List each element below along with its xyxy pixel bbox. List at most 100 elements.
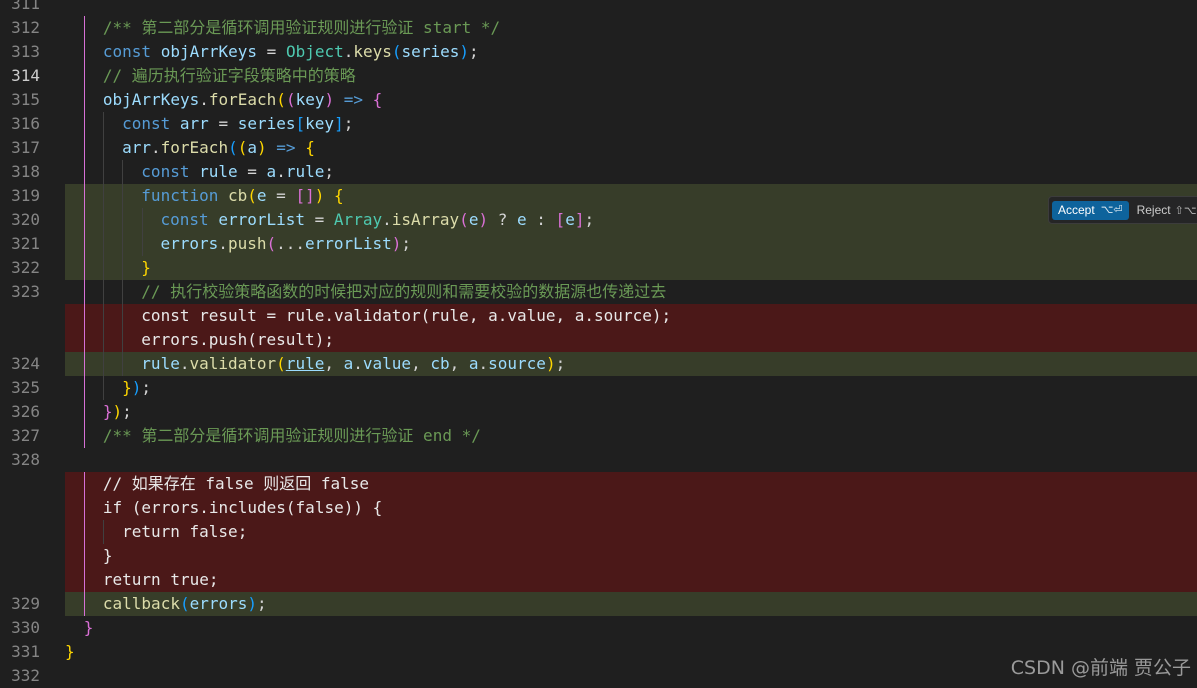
code-line-content[interactable]: return true;: [65, 568, 1197, 592]
code-token: [: [295, 114, 306, 133]
code-line-content[interactable]: });: [65, 376, 1197, 400]
code-line[interactable]: 323 // 执行校验策略函数的时候把对应的规则和需要校验的数据源也传递过去: [0, 280, 1197, 304]
code-token: e: [517, 210, 527, 229]
line-gutter[interactable]: 321: [0, 232, 64, 256]
line-gutter[interactable]: 326: [0, 400, 64, 424]
code-line[interactable]: 316 const arr = series[key];: [0, 112, 1197, 136]
code-line-content[interactable]: function cb(e = []) {: [65, 184, 1197, 208]
inserted-code-line[interactable]: 329 callback(errors);: [0, 592, 1197, 616]
code-token: return true;: [102, 570, 219, 589]
inserted-code-line[interactable]: 319 function cb(e = []) {: [0, 184, 1197, 208]
line-gutter[interactable]: 327: [0, 424, 64, 448]
code-line-content[interactable]: const rule = a.rule;: [65, 160, 1197, 184]
code-line-content[interactable]: }: [65, 544, 1197, 568]
reject-button[interactable]: Reject ⇧⌥: [1137, 203, 1197, 217]
code-line-content[interactable]: }: [65, 256, 1197, 280]
line-gutter[interactable]: 331: [0, 640, 64, 664]
code-line[interactable]: 326});: [0, 400, 1197, 424]
deleted-code-line[interactable]: if (errors.includes(false)) {: [0, 496, 1197, 520]
line-gutter[interactable]: 318: [0, 160, 64, 184]
code-token: [: [555, 210, 566, 229]
code-line-content[interactable]: rule.validator(rule, a.value, cb, a.sour…: [65, 352, 1197, 376]
code-line[interactable]: 311: [0, 0, 1197, 16]
code-line-content[interactable]: // 如果存在 false 则返回 false: [65, 472, 1197, 496]
deleted-code-line[interactable]: // 如果存在 false 则返回 false: [0, 472, 1197, 496]
code-token: cb: [430, 354, 450, 373]
line-gutter[interactable]: 320: [0, 208, 64, 232]
inline-diff-actions: Accept ⌥⏎ Reject ⇧⌥: [1048, 196, 1197, 224]
deleted-code-line[interactable]: return false;: [0, 520, 1197, 544]
line-gutter[interactable]: 328: [0, 448, 64, 472]
code-line[interactable]: 318 const rule = a.rule;: [0, 160, 1197, 184]
code-editor[interactable]: 311 312 /** 第二部分是循环调用验证规则进行验证 start */ 313 c…: [0, 0, 1197, 688]
code-line-content[interactable]: [65, 0, 1197, 16]
line-gutter[interactable]: 330: [0, 616, 64, 640]
code-line-content[interactable]: }: [65, 616, 1197, 640]
line-gutter[interactable]: 329: [0, 592, 64, 616]
code-line[interactable]: 327 /** 第二部分是循环调用验证规则进行验证 end */: [0, 424, 1197, 448]
code-line-content[interactable]: });: [65, 400, 1197, 424]
deleted-code-line[interactable]: return true;: [0, 568, 1197, 592]
line-gutter[interactable]: [0, 568, 64, 592]
line-gutter[interactable]: 311: [0, 0, 64, 16]
inserted-code-line[interactable]: 324 rule.validator(rule, a.value, cb, a.s…: [0, 352, 1197, 376]
accept-button[interactable]: Accept ⌥⏎: [1052, 200, 1129, 220]
code-line[interactable]: 328: [0, 448, 1197, 472]
line-gutter[interactable]: 315: [0, 88, 64, 112]
line-gutter[interactable]: 323: [0, 280, 64, 304]
code-line-content[interactable]: callback(errors);: [65, 592, 1197, 616]
line-gutter[interactable]: [0, 544, 64, 568]
line-gutter[interactable]: 317: [0, 136, 64, 160]
code-line-content[interactable]: objArrKeys.forEach((key) => {: [65, 88, 1197, 112]
line-number: 321: [11, 234, 40, 253]
line-gutter[interactable]: [0, 304, 64, 328]
line-gutter[interactable]: 325: [0, 376, 64, 400]
code-line-content[interactable]: // 执行校验策略函数的时候把对应的规则和需要校验的数据源也传递过去: [65, 280, 1197, 304]
code-line-content[interactable]: const result = rule.validator(rule, a.va…: [65, 304, 1197, 328]
indent-guide: [141, 232, 143, 256]
line-gutter[interactable]: [0, 328, 64, 352]
code-line-content[interactable]: const arr = series[key];: [65, 112, 1197, 136]
line-number: 332: [11, 666, 40, 685]
code-line-content[interactable]: // 遍历执行验证字段策略中的策略: [65, 64, 1197, 88]
code-line-content[interactable]: arr.forEach((a) => {: [65, 136, 1197, 160]
line-gutter[interactable]: [0, 496, 64, 520]
deleted-code-line[interactable]: }: [0, 544, 1197, 568]
line-gutter[interactable]: 324: [0, 352, 64, 376]
line-gutter[interactable]: 316: [0, 112, 64, 136]
inserted-code-line[interactable]: 322}: [0, 256, 1197, 280]
code-line-content[interactable]: errors.push(result);: [65, 328, 1197, 352]
code-line-content[interactable]: const errorList = Array.isArray(e) ? e :…: [65, 208, 1197, 232]
deleted-code-line[interactable]: errors.push(result);: [0, 328, 1197, 352]
line-gutter[interactable]: [0, 472, 64, 496]
code-line-content[interactable]: return false;: [65, 520, 1197, 544]
indent-guide: [84, 232, 85, 256]
code-line-content[interactable]: [65, 448, 1197, 472]
code-line[interactable]: 315 objArrKeys.forEach((key) => {: [0, 88, 1197, 112]
line-gutter[interactable]: 314: [0, 64, 64, 88]
code-line-content[interactable]: /** 第二部分是循环调用验证规则进行验证 end */: [65, 424, 1197, 448]
code-line-content[interactable]: /** 第二部分是循环调用验证规则进行验证 start */: [65, 16, 1197, 40]
code-line[interactable]: 330}: [0, 616, 1197, 640]
line-gutter[interactable]: 332: [0, 664, 64, 688]
line-gutter[interactable]: 322: [0, 256, 64, 280]
code-token: arr: [122, 138, 151, 157]
code-token: // 如果存在 false 则返回 false: [102, 474, 370, 493]
inserted-code-line[interactable]: 321 errors.push(...errorList);: [0, 232, 1197, 256]
code-line[interactable]: 317 arr.forEach((a) => {: [0, 136, 1197, 160]
code-line[interactable]: 312 /** 第二部分是循环调用验证规则进行验证 start */: [0, 16, 1197, 40]
line-gutter[interactable]: 313: [0, 40, 64, 64]
line-gutter[interactable]: 319: [0, 184, 64, 208]
deleted-code-line[interactable]: const result = rule.validator(rule, a.va…: [0, 304, 1197, 328]
line-gutter[interactable]: 312: [0, 16, 64, 40]
code-line[interactable]: 325});: [0, 376, 1197, 400]
code-line[interactable]: 314 // 遍历执行验证字段策略中的策略: [0, 64, 1197, 88]
indent-guide: [103, 376, 105, 400]
code-line[interactable]: 313 const objArrKeys = Object.keys(series…: [0, 40, 1197, 64]
code-line-content[interactable]: if (errors.includes(false)) {: [65, 496, 1197, 520]
line-gutter[interactable]: [0, 520, 64, 544]
code-token: const: [141, 162, 190, 181]
inserted-code-line[interactable]: 320 const errorList = Array.isArray(e) ? …: [0, 208, 1197, 232]
code-line-content[interactable]: errors.push(...errorList);: [65, 232, 1197, 256]
code-line-content[interactable]: const objArrKeys = Object.keys(series);: [65, 40, 1197, 64]
